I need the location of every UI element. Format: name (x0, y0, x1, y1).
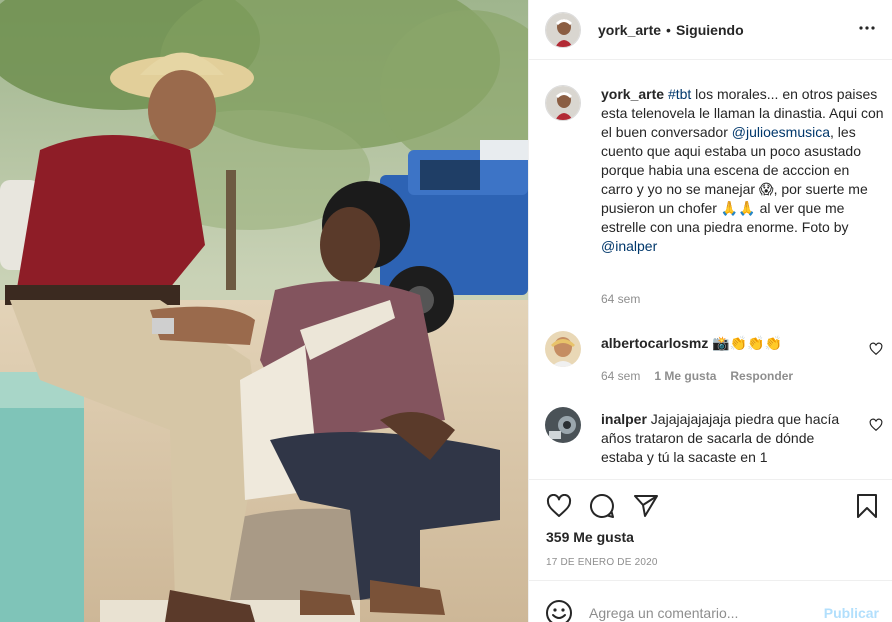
post-photo[interactable] (0, 0, 528, 622)
comments-section[interactable]: york_arte #tbt los morales... en otros p… (529, 61, 892, 479)
comment-likes[interactable]: 1 Me gusta (654, 369, 716, 383)
comment-meta: 64 sem 1 Me gusta Responder (601, 369, 793, 383)
caption-mention-julioesmusica[interactable]: @julioesmusica (732, 124, 830, 140)
comment-text: albertocarlosmz 📸👏👏👏 (601, 334, 851, 353)
avatar-image (545, 407, 581, 443)
publish-button[interactable]: Publicar (824, 605, 879, 621)
post-side-panel: york_arte • Siguiendo york_arte #tbt los… (528, 0, 892, 622)
post-header: york_arte • Siguiendo (529, 0, 892, 60)
header-separator: • (666, 21, 671, 38)
save-button[interactable] (853, 492, 881, 520)
comment-body: 📸👏👏👏 (708, 335, 782, 351)
header-username[interactable]: york_arte (598, 22, 661, 38)
following-button[interactable]: Siguiendo (676, 22, 744, 38)
photo-illustration (0, 0, 528, 622)
bookmark-icon (857, 494, 877, 518)
comment-text: inalper Jajajajajajaja piedra que hacía … (601, 410, 851, 467)
likes-count[interactable]: 359 Me gusta (546, 529, 634, 545)
comment-icon (590, 493, 614, 518)
comment-timestamp[interactable]: 64 sem (601, 369, 640, 383)
comment-avatar[interactable] (545, 331, 581, 367)
header-avatar[interactable] (545, 11, 581, 48)
more-horizontal-icon (859, 26, 875, 30)
like-button[interactable] (545, 492, 573, 520)
caption-hashtag[interactable]: #tbt (668, 86, 691, 102)
comment-input[interactable] (589, 601, 809, 622)
share-button[interactable] (632, 492, 660, 520)
comment-username[interactable]: inalper (601, 411, 647, 427)
more-options-button[interactable] (855, 16, 879, 40)
caption-username[interactable]: york_arte (601, 86, 664, 102)
comment-heart-icon[interactable] (869, 342, 883, 356)
avatar-image (545, 331, 581, 367)
smile-icon[interactable] (545, 599, 573, 622)
avatar-image (546, 86, 580, 120)
heart-icon (546, 494, 572, 517)
comment-username[interactable]: albertocarlosmz (601, 335, 708, 351)
post-date[interactable]: 17 DE ENERO DE 2020 (546, 557, 658, 568)
action-bar (529, 479, 892, 531)
caption-timestamp[interactable]: 64 sem (601, 292, 640, 306)
avatar-image (546, 12, 580, 47)
comment-avatar[interactable] (545, 407, 581, 443)
send-icon (634, 495, 658, 517)
comment-button[interactable] (588, 492, 616, 520)
reply-button[interactable]: Responder (730, 369, 793, 383)
comment-heart-icon[interactable] (869, 418, 883, 432)
scream-emoji-icon: 😱 (758, 181, 774, 197)
caption-text: york_arte #tbt los morales... en otros p… (601, 85, 885, 256)
pray-emoji-icon: 🙏🙏 (720, 200, 756, 216)
add-comment-bar: Publicar (529, 580, 892, 622)
caption-mention-inalper[interactable]: @inalper (601, 238, 657, 254)
caption-avatar[interactable] (545, 85, 581, 121)
